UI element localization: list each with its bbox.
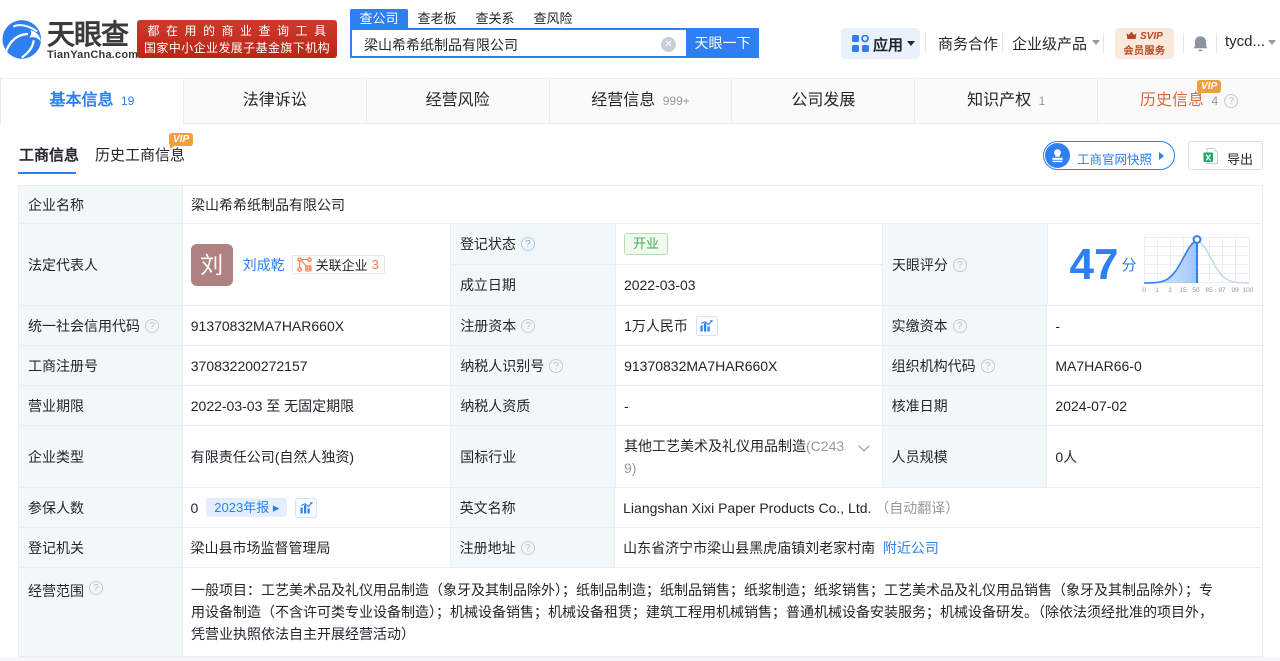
svg-text:99: 99 — [1231, 287, 1239, 293]
svg-text:15: 15 — [1179, 287, 1187, 293]
svg-text:企: 企 — [305, 265, 310, 272]
svg-text:85: 85 — [1205, 287, 1213, 293]
svg-text:0: 0 — [1142, 287, 1146, 293]
svg-text:3: 3 — [1168, 287, 1172, 293]
svg-text:97: 97 — [1218, 287, 1226, 293]
svg-text:100: 100 — [1243, 287, 1254, 293]
svg-text:1: 1 — [1155, 287, 1159, 293]
svg-text:50: 50 — [1192, 287, 1200, 293]
